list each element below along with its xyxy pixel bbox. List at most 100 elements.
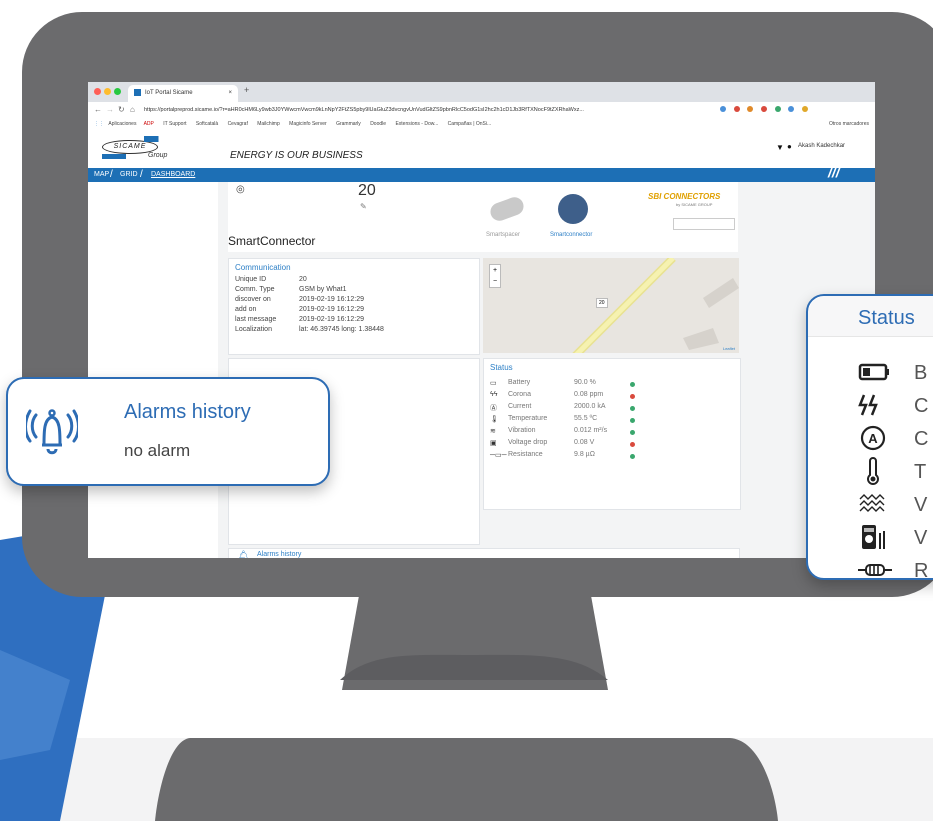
close-window-icon[interactable] — [94, 88, 101, 95]
popup-alarms-empty: no alarm — [124, 441, 191, 460]
voltmeter-icon — [862, 525, 885, 549]
tagline: ENERGY IS OUR BUSINESS — [230, 150, 363, 161]
filter-icon[interactable]: ▼ — [776, 143, 784, 152]
bookmark-item[interactable]: Magicinfo Server — [289, 121, 327, 127]
bookmark-item[interactable]: IT Support — [163, 121, 186, 127]
status-value: 55.5 ºC — [574, 415, 598, 422]
resistor-icon — [858, 564, 892, 576]
battery-icon: ▭ — [490, 380, 497, 387]
dashboard-content: ◎ 20 ✎ SmartConnector Smartspacer Smartc… — [88, 182, 875, 558]
communication-labels: Unique ID Comm. Type discover on add on la… — [235, 276, 277, 333]
vibration-icon: ≋ — [490, 428, 496, 435]
ampere-icon: Ⓐ — [490, 405, 497, 412]
alarms-history-popup: Alarms history no alarm — [6, 377, 330, 486]
popup-status-row: V — [808, 523, 933, 553]
url-input[interactable]: https://portalpreprod.sicame.io/?r=aHR0c… — [144, 104, 714, 116]
maximize-window-icon[interactable] — [114, 88, 121, 95]
map-roads — [572, 258, 739, 353]
bookmark-item[interactable]: Campañas | OnSi... — [448, 121, 492, 127]
status-value: 0.08 V — [574, 439, 595, 446]
zoom-in-button[interactable]: + — [490, 265, 500, 276]
product-icon-strip[interactable] — [673, 218, 735, 230]
minimize-window-icon[interactable] — [104, 88, 111, 95]
bookmark-item[interactable]: Cevagraf — [228, 121, 248, 127]
bookmark-item[interactable]: ADP — [144, 121, 154, 127]
popup-status-row: V — [808, 490, 933, 520]
status-indicator — [630, 382, 635, 387]
bookmark-item[interactable]: Mailchimp — [257, 121, 280, 127]
device-name: SmartConnector — [228, 234, 316, 248]
home-icon[interactable]: ⌂ — [130, 105, 135, 114]
status-label: Battery — [508, 379, 531, 386]
status-label: Current — [508, 403, 532, 410]
status-value: 2000.0 kA — [574, 403, 606, 410]
status-rows: ▭ Battery 90.0 % ϟϟ Corona 0.08 ppm Ⓐ Current 20… — [484, 379, 740, 489]
user-name[interactable]: Akash Kadechkar — [798, 143, 845, 149]
status-value: 0.08 ppm — [574, 391, 604, 398]
communication-card: Communication Unique ID Comm. Type discov… — [228, 258, 480, 355]
device-id: 20 — [358, 182, 376, 199]
sbi-brand: SBI CONNECTORS — [648, 192, 721, 201]
back-icon[interactable]: ← — [94, 105, 102, 114]
user-icon[interactable]: ● — [787, 142, 792, 151]
status-row: ▣ Voltage drop 0.08 V — [490, 439, 670, 451]
status-indicator — [630, 418, 635, 423]
browser-tab[interactable]: IoT Portal Sicame × — [128, 85, 238, 102]
battery-icon — [858, 363, 889, 381]
zoom-out-button[interactable]: − — [490, 276, 500, 287]
popup-status-label: R — [914, 560, 929, 582]
bookmark-item[interactable]: Softcatalà — [196, 121, 218, 127]
status-label: Corona — [508, 391, 531, 398]
popup-status-title: Status — [858, 307, 915, 329]
map-zoom-controls: + − — [489, 264, 501, 288]
apps-icon[interactable]: ⋮⋮ — [94, 121, 104, 127]
thermometer-icon: 🌡︎ — [490, 416, 499, 423]
browser-tab-bar: IoT Portal Sicame × + — [88, 82, 875, 102]
vibration-icon — [859, 494, 885, 512]
status-indicator — [630, 430, 635, 435]
nav-grid[interactable]: GRID — [120, 168, 138, 182]
edit-icon[interactable]: ✎ — [360, 202, 367, 211]
tab-close-icon[interactable]: × — [228, 85, 232, 102]
popup-status-row: C — [808, 391, 933, 421]
tab-title: IoT Portal Sicame — [145, 90, 193, 96]
status-label: Resistance — [508, 451, 543, 458]
nav-map[interactable]: MAP — [94, 168, 109, 182]
thermometer-icon — [867, 457, 879, 485]
bookmark-item[interactable]: Grammarly — [336, 121, 361, 127]
bookmark-item[interactable]: Aplicaciones — [108, 121, 136, 127]
status-indicator — [630, 442, 635, 447]
popup-status-label: V — [914, 527, 928, 549]
status-label: Voltage drop — [508, 439, 548, 446]
popup-status-row: T — [808, 457, 933, 487]
status-row: Ⓐ Current 2000.0 kA — [490, 403, 670, 415]
address-bar-row: ← → ↻ ⌂ https://portalpreprod.sicame.io/… — [88, 102, 875, 118]
nav-dashboard[interactable]: DASHBOARD — [151, 168, 195, 182]
new-tab-button[interactable]: + — [244, 85, 249, 95]
popup-status-label: C — [914, 428, 929, 450]
forward-icon[interactable]: → — [106, 105, 114, 114]
model-smartconnector[interactable]: Smartconnector — [550, 232, 592, 238]
device-header: ◎ 20 ✎ SmartConnector Smartspacer Smartc… — [228, 182, 738, 252]
popup-status-rows: BCACTVVR — [808, 358, 933, 582]
sicame-logo[interactable]: SICAME Group — [102, 136, 174, 162]
map-marker[interactable]: 20 — [596, 298, 608, 308]
status-row: 🌡︎ Temperature 55.5 ºC — [490, 415, 670, 427]
status-row: ▭ Battery 90.0 % — [490, 379, 670, 391]
bookmark-item[interactable]: Doodle — [370, 121, 386, 127]
brand-stripes: /// — [828, 164, 840, 180]
smartspacer-image[interactable] — [487, 194, 527, 224]
status-row: ϟϟ Corona 0.08 ppm — [490, 391, 670, 403]
status-row: ≋ Vibration 0.012 m²/s — [490, 427, 670, 439]
bookmark-item[interactable]: Extensions - Dow... — [395, 121, 438, 127]
site-header: SICAME Group ENERGY IS OUR BUSINESS ▼ ● … — [88, 130, 875, 168]
map-attribution[interactable]: Leaflet — [723, 346, 735, 351]
reload-icon[interactable]: ↻ — [118, 105, 125, 114]
sbi-brand-sub: by SICAME GROUP — [676, 202, 713, 207]
model-smartspacer[interactable]: Smartspacer — [486, 232, 520, 238]
lightning-icon — [858, 394, 878, 416]
status-indicator — [630, 394, 635, 399]
other-bookmarks[interactable]: Otros marcadores — [829, 118, 869, 130]
location-map[interactable]: + − 20 Leaflet — [483, 258, 739, 353]
smartconnector-image[interactable] — [558, 194, 588, 224]
